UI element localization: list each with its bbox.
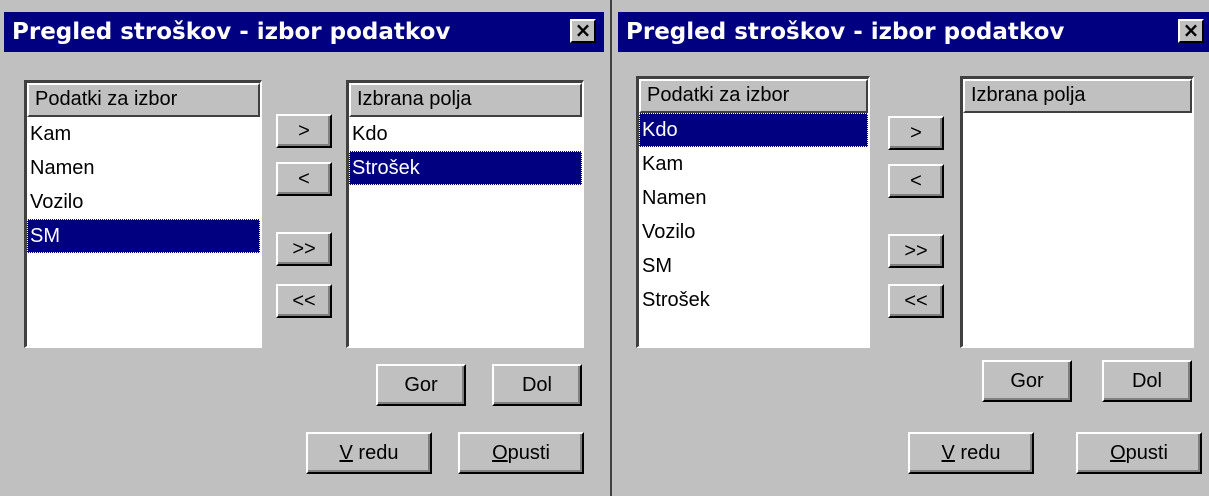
- move-up-button[interactable]: Gor: [376, 364, 466, 406]
- selected-fields-list[interactable]: Izbrana polja Kdo Strošek: [346, 80, 584, 348]
- title-bar: Pregled stroškov - izbor podatkov ×: [618, 12, 1209, 52]
- list-item-selected[interactable]: Strošek: [349, 151, 582, 185]
- ok-label: redu: [352, 442, 399, 464]
- cancel-mnemonic: O: [492, 442, 508, 464]
- cancel-mnemonic: O: [1110, 442, 1126, 464]
- move-down-button[interactable]: Dol: [1102, 360, 1192, 402]
- title-bar: Pregled stroškov - izbor podatkov ×: [4, 12, 604, 52]
- close-icon[interactable]: ×: [1178, 19, 1204, 43]
- add-all-button[interactable]: >>: [276, 232, 332, 266]
- list-item[interactable]: SM: [639, 249, 868, 283]
- add-all-button[interactable]: >>: [888, 234, 944, 268]
- cancel-button[interactable]: Opusti: [458, 432, 584, 474]
- ok-button[interactable]: V redu: [306, 432, 432, 474]
- available-fields-list[interactable]: Podatki za izbor Kam Namen Vozilo SM: [24, 80, 262, 348]
- list-item[interactable]: Strošek: [639, 283, 868, 317]
- cancel-label: pusti: [507, 442, 550, 464]
- list-item[interactable]: Kdo: [349, 117, 582, 151]
- available-fields-header: Podatki za izbor: [639, 79, 868, 113]
- add-field-button[interactable]: >: [276, 114, 332, 148]
- list-item[interactable]: Namen: [27, 151, 260, 185]
- list-item[interactable]: Kam: [27, 117, 260, 151]
- ok-button[interactable]: V redu: [908, 432, 1034, 474]
- move-up-button[interactable]: Gor: [982, 360, 1072, 402]
- cancel-button[interactable]: Opusti: [1076, 432, 1202, 474]
- remove-field-button[interactable]: <: [888, 164, 944, 198]
- selected-fields-list[interactable]: Izbrana polja: [960, 76, 1194, 348]
- list-item[interactable]: Namen: [639, 181, 868, 215]
- list-item[interactable]: Kam: [639, 147, 868, 181]
- selected-fields-header: Izbrana polja: [963, 79, 1192, 113]
- remove-all-button[interactable]: <<: [276, 284, 332, 318]
- selected-fields-header: Izbrana polja: [349, 83, 582, 117]
- available-fields-list[interactable]: Podatki za izbor Kdo Kam Namen Vozilo SM…: [636, 76, 870, 348]
- ok-label: redu: [954, 442, 1001, 464]
- cancel-label: pusti: [1125, 442, 1168, 464]
- list-item-selected[interactable]: SM: [27, 219, 260, 253]
- ok-mnemonic: V: [941, 442, 955, 464]
- move-down-button[interactable]: Dol: [492, 364, 582, 406]
- ok-mnemonic: V: [339, 442, 353, 464]
- list-item-selected[interactable]: Kdo: [639, 113, 868, 147]
- add-field-button[interactable]: >: [888, 116, 944, 150]
- dialog-left: Pregled stroškov - izbor podatkov × Poda…: [0, 0, 612, 496]
- remove-all-button[interactable]: <<: [888, 284, 944, 318]
- close-icon[interactable]: ×: [570, 19, 596, 43]
- dialog-right: Pregled stroškov - izbor podatkov × Poda…: [614, 0, 1209, 496]
- dialog-title: Pregled stroškov - izbor podatkov: [626, 19, 1065, 45]
- dialog-title: Pregled stroškov - izbor podatkov: [12, 19, 451, 45]
- list-item[interactable]: Vozilo: [639, 215, 868, 249]
- available-fields-header: Podatki za izbor: [27, 83, 260, 117]
- list-item[interactable]: Vozilo: [27, 185, 260, 219]
- remove-field-button[interactable]: <: [276, 162, 332, 196]
